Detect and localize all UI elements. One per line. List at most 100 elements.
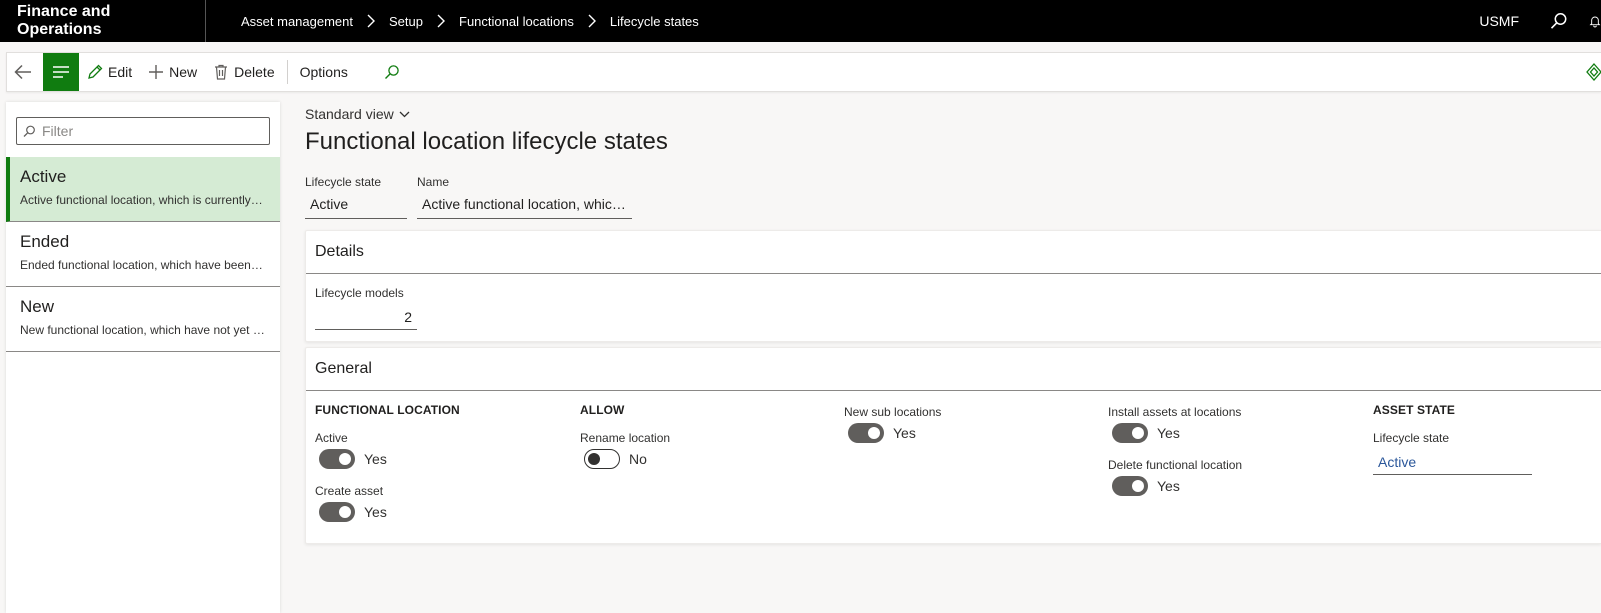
chevron-right-icon [588,14,596,28]
new-sub-locations-toggle-row: Yes [844,423,941,443]
new-sub-locations-field: New sub locations Yes [844,405,941,443]
delete-functional-location-toggle[interactable] [1112,476,1148,496]
arrow-left-icon [13,64,31,80]
details-fasttab: Details Lifecycle models 2 [305,230,1601,342]
create-asset-label: Create asset [315,484,384,498]
list-item-title: Active [20,167,67,186]
asset-state-title: ASSET STATE [1373,403,1455,417]
list-item-description: Ended functional location, which have be… [20,258,266,272]
chevron-right-icon [367,14,376,28]
name-field: Name Active functional location, which i… [417,175,632,219]
breadcrumb-setup[interactable]: Setup [389,14,423,29]
search-icon[interactable] [1549,11,1569,31]
lifecycle-state-label: Lifecycle state [305,175,382,189]
rename-location-toggle-row: No [580,449,670,469]
active-toggle[interactable] [319,449,355,469]
active-toggle-value: Yes [364,451,387,467]
rename-location-toggle-value: No [629,451,647,467]
search-icon [384,65,399,79]
name-label: Name [417,175,450,189]
list-item-description: New functional location, which have not … [20,323,266,337]
new-sub-locations-toggle[interactable] [848,423,884,443]
lifecycle-models-label: Lifecycle models [315,286,404,300]
lifecycle-state-list: Active Active functional location, which… [6,157,280,352]
list-item-ended[interactable]: Ended Ended functional location, which h… [6,222,280,287]
list-item-new[interactable]: New New functional location, which have … [6,287,280,352]
view-selector-label: Standard view [305,106,394,122]
active-toggle-row: Yes [315,449,460,469]
asset-state-group: ASSET STATE Lifecycle state Active [1373,403,1532,475]
company-picker[interactable]: USMF [1479,13,1519,29]
trash-icon [215,64,228,80]
breadcrumb: Asset management Setup Functional locati… [241,14,699,29]
filter-box [16,117,270,145]
install-assets-label: Install assets at locations [1108,405,1242,419]
toolbar-divider [286,60,288,84]
rename-location-label: Rename location [580,431,671,445]
functional-location-group: FUNCTIONAL LOCATION Active Yes Create as… [315,403,460,522]
page-title: Functional location lifecycle states [305,128,668,155]
view-selector[interactable]: Standard view [305,106,1601,122]
header-fields: Lifecycle state Active Name Active funct… [305,175,1601,219]
list-toggle-button[interactable] [43,53,79,91]
search-icon [23,125,35,137]
breadcrumb-functional-locations[interactable]: Functional locations [459,14,574,29]
edit-button[interactable]: Edit [79,53,140,91]
install-assets-toggle-row: Yes [1108,423,1242,443]
install-assets-toggle-value: Yes [1157,425,1180,441]
list-item-active[interactable]: Active Active functional location, which… [6,157,280,222]
list-item-title: New [20,297,55,316]
active-label: Active [315,431,348,445]
create-asset-toggle-row: Yes [315,502,460,522]
filter-input[interactable] [42,123,262,139]
name-input[interactable]: Active functional location, which is cur… [417,196,632,219]
list-icon [53,66,69,78]
details-header[interactable]: Details [306,231,1601,274]
functional-location-title: FUNCTIONAL LOCATION [315,403,460,417]
create-asset-toggle-value: Yes [364,504,387,520]
asset-lifecycle-state-link[interactable]: Active [1373,454,1532,475]
rename-location-toggle[interactable] [584,449,620,469]
install-assets-toggle[interactable] [1112,423,1148,443]
back-button[interactable] [7,53,43,91]
lifecycle-models-field: Lifecycle models 2 [315,286,417,330]
lifecycle-state-field: Lifecycle state Active [305,175,407,219]
list-item-title: Ended [20,232,70,251]
plus-icon [149,65,164,79]
breadcrumb-asset-management[interactable]: Asset management [241,14,353,29]
allow-group: ALLOW Rename location No [580,403,670,469]
top-right-area: USMF [1479,0,1601,42]
allow-title: ALLOW [580,403,625,417]
action-pane: Edit New Delete Options [6,52,1601,92]
app-title[interactable]: Finance and Operations [0,0,206,42]
delete-functional-location-toggle-value: Yes [1157,478,1180,494]
breadcrumb-lifecycle-states[interactable]: Lifecycle states [610,14,699,29]
lifecycle-state-input[interactable]: Active [305,196,407,219]
chevron-right-icon [437,14,445,28]
new-sub-locations-toggle-value: Yes [893,425,916,441]
create-asset-toggle[interactable] [319,502,355,522]
chevron-down-icon [399,111,410,117]
options-tab[interactable]: Options [292,53,356,91]
new-button[interactable]: New [140,53,205,91]
bell-icon[interactable] [1589,11,1601,31]
install-delete-group: Install assets at locations Yes Delete f… [1108,405,1242,496]
lifecycle-models-value[interactable]: 2 [315,309,417,330]
list-item-description: Active functional location, which is cur… [20,193,266,207]
asset-lifecycle-state-label: Lifecycle state [1373,431,1450,445]
new-label: New [169,64,198,80]
main-content: Standard view Functional location lifecy… [305,102,1601,219]
delete-label: Delete [234,64,275,80]
pencil-icon [88,64,103,79]
action-search-button[interactable] [376,53,413,91]
general-header[interactable]: General [306,348,1601,391]
top-nav-bar: Finance and Operations Asset management … [0,0,1601,42]
new-sub-locations-label: New sub locations [844,405,942,419]
power-apps-icon[interactable] [1585,63,1601,86]
delete-button[interactable]: Delete [205,53,282,91]
delete-functional-location-label: Delete functional location [1108,458,1243,472]
general-fasttab: General FUNCTIONAL LOCATION Active Yes C… [305,347,1601,544]
list-pane: Active Active functional location, which… [6,102,280,613]
delete-functional-location-toggle-row: Yes [1108,476,1242,496]
edit-label: Edit [108,64,133,80]
